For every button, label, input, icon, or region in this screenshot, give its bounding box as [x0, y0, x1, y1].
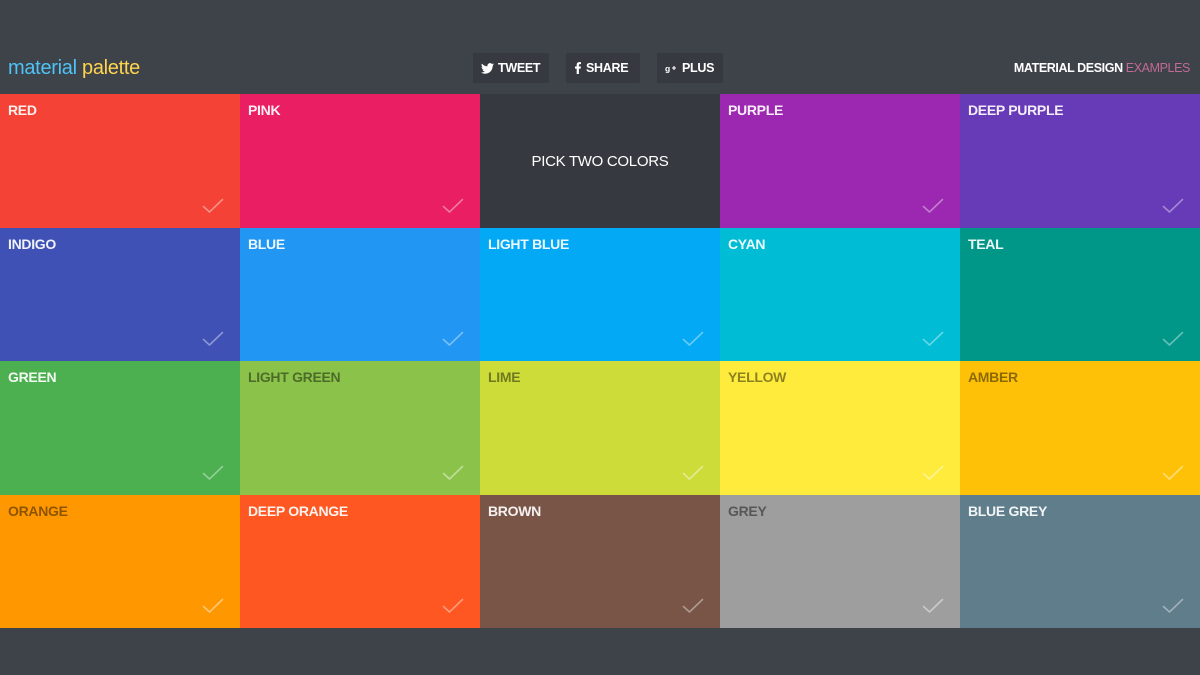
color-name-label: INDIGO: [8, 236, 56, 252]
checkmark-icon: [202, 331, 224, 347]
facebook-icon: [574, 62, 582, 74]
logo-word-material: material: [8, 57, 77, 79]
color-tile-orange[interactable]: ORANGE: [0, 495, 240, 628]
color-tile-light-green[interactable]: LIGHT GREEN: [240, 361, 480, 495]
color-name-label: BLUE: [248, 236, 285, 252]
tweet-button[interactable]: TWEET: [473, 53, 549, 83]
color-tile-deep-orange[interactable]: DEEP ORANGE: [240, 495, 480, 628]
color-name-label: RED: [8, 102, 37, 118]
md-link-prefix: MATERIAL DESIGN: [1013, 61, 1126, 75]
material-design-examples-link[interactable]: MATERIAL DESIGN EXAMPLES: [1013, 61, 1191, 75]
checkmark-icon: [682, 598, 704, 614]
color-grid: RED PINK PICK TWO COLORS PURPLE DEEP PURPLE I…: [0, 94, 1200, 628]
share-buttons: TWEET SHARE g PLUS: [473, 53, 723, 83]
checkmark-icon: [202, 465, 224, 481]
color-tile-amber[interactable]: AMBER: [960, 361, 1200, 495]
checkmark-icon: [1162, 198, 1184, 214]
color-tile-light-blue[interactable]: LIGHT BLUE: [480, 228, 720, 361]
plus-button[interactable]: g PLUS: [657, 53, 723, 83]
color-name-label: PURPLE: [728, 102, 783, 118]
checkmark-icon: [442, 465, 464, 481]
color-name-label: GREY: [728, 503, 767, 519]
color-tile-blue[interactable]: BLUE: [240, 228, 480, 361]
color-tile-grey[interactable]: GREY: [720, 495, 960, 628]
prompt-text: PICK TWO COLORS: [531, 152, 669, 170]
plus-label: PLUS: [682, 61, 715, 75]
checkmark-icon: [1162, 331, 1184, 347]
share-button[interactable]: SHARE: [566, 53, 640, 83]
google-plus-icon: g: [665, 63, 678, 74]
app-logo[interactable]: material palette: [8, 57, 140, 80]
color-name-label: CYAN: [728, 236, 766, 252]
color-name-label: YELLOW: [728, 369, 787, 385]
color-name-label: DEEP PURPLE: [968, 102, 1064, 118]
svg-text:g: g: [665, 63, 670, 73]
checkmark-icon: [682, 331, 704, 347]
checkmark-icon: [922, 598, 944, 614]
color-name-label: DEEP ORANGE: [248, 503, 348, 519]
color-tile-pink[interactable]: PINK: [240, 94, 480, 228]
share-label: SHARE: [586, 61, 629, 75]
color-tile-brown[interactable]: BROWN: [480, 495, 720, 628]
color-name-label: LIME: [488, 369, 521, 385]
tweet-label: TWEET: [498, 61, 541, 75]
color-name-label: ORANGE: [8, 503, 68, 519]
checkmark-icon: [442, 331, 464, 347]
checkmark-icon: [202, 198, 224, 214]
color-tile-teal[interactable]: TEAL: [960, 228, 1200, 361]
color-tile-indigo[interactable]: INDIGO: [0, 228, 240, 361]
color-name-label: LIGHT BLUE: [488, 236, 569, 252]
md-link-accent: EXAMPLES: [1125, 61, 1191, 75]
color-name-label: TEAL: [968, 236, 1004, 252]
color-name-label: LIGHT GREEN: [248, 369, 341, 385]
color-name-label: AMBER: [968, 369, 1018, 385]
header-bar: material palette TWEET SHARE g PLUS MATE…: [0, 0, 1200, 94]
color-name-label: BROWN: [488, 503, 541, 519]
checkmark-icon: [922, 331, 944, 347]
checkmark-icon: [1162, 465, 1184, 481]
pick-two-colors-prompt: PICK TWO COLORS: [480, 94, 720, 228]
color-name-label: GREEN: [8, 369, 57, 385]
checkmark-icon: [202, 598, 224, 614]
color-tile-red[interactable]: RED: [0, 94, 240, 228]
twitter-icon: [481, 62, 494, 74]
color-tile-purple[interactable]: PURPLE: [720, 94, 960, 228]
color-name-label: PINK: [248, 102, 281, 118]
checkmark-icon: [1162, 598, 1184, 614]
checkmark-icon: [442, 198, 464, 214]
checkmark-icon: [442, 598, 464, 614]
color-tile-lime[interactable]: LIME: [480, 361, 720, 495]
color-tile-blue-grey[interactable]: BLUE GREY: [960, 495, 1200, 628]
color-name-label: BLUE GREY: [968, 503, 1047, 519]
color-tile-deep-purple[interactable]: DEEP PURPLE: [960, 94, 1200, 228]
logo-word-palette: palette: [82, 57, 140, 79]
checkmark-icon: [922, 198, 944, 214]
checkmark-icon: [922, 465, 944, 481]
color-tile-yellow[interactable]: YELLOW: [720, 361, 960, 495]
checkmark-icon: [682, 465, 704, 481]
footer-bar: [0, 628, 1200, 675]
color-tile-cyan[interactable]: CYAN: [720, 228, 960, 361]
color-tile-green[interactable]: GREEN: [0, 361, 240, 495]
